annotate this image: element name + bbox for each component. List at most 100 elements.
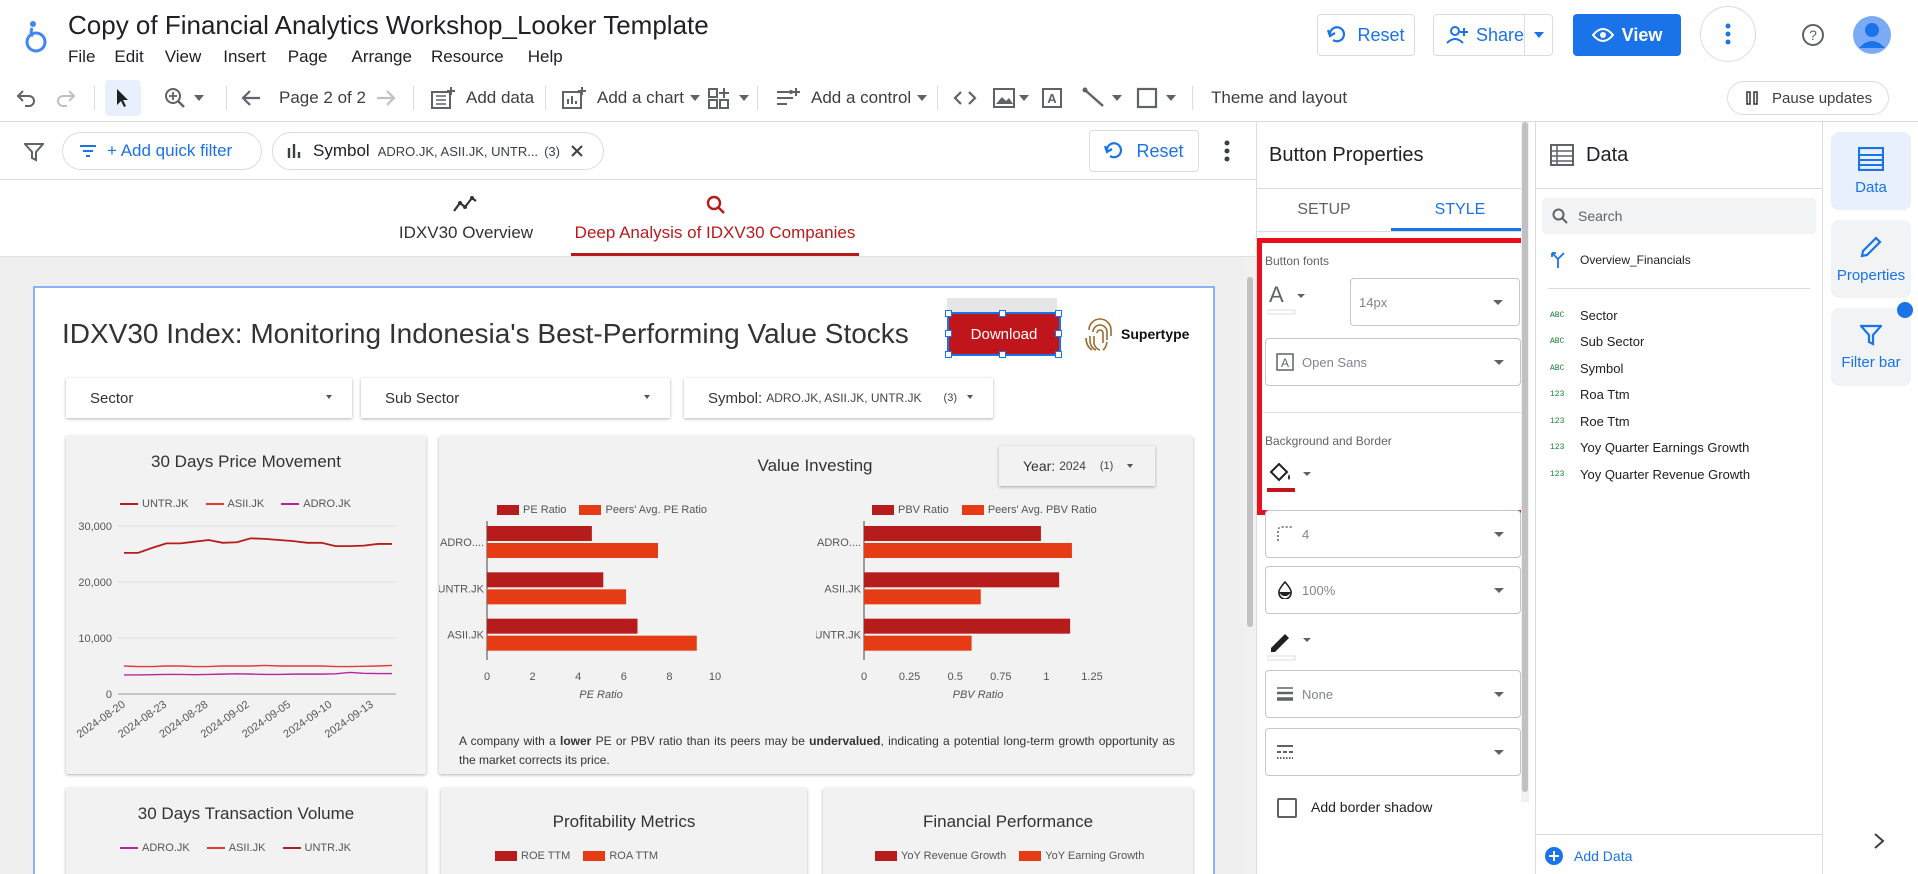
next-page-icon[interactable] [375,88,397,108]
eye-icon [1591,28,1614,42]
add-quick-filter-button[interactable]: + Add quick filter [62,132,262,170]
field-item[interactable]: 123 Yoy Quarter Revenue Growth [1550,461,1750,487]
legend-swatch [281,503,300,506]
menu-arrange[interactable]: Arrange [351,47,411,67]
year-dropdown[interactable]: Year: 2024 (1) [999,446,1155,486]
bar [487,635,697,651]
more-options-button[interactable] [1700,6,1756,62]
field-item[interactable]: 123 Roa Ttm [1550,382,1630,408]
shape-button[interactable] [1136,74,1176,122]
menu-help[interactable]: Help [528,47,563,67]
avatar[interactable] [1853,16,1891,54]
pause-updates-button[interactable]: Pause updates [1727,81,1889,115]
help-icon[interactable]: ? [1801,23,1825,47]
series-line-untr-jk [124,537,392,554]
filter-chip-count: (3) [544,143,560,159]
menu-page[interactable]: Page [288,47,328,67]
legend-swatch [120,503,138,506]
view-button[interactable]: View [1573,14,1681,56]
field-item[interactable]: 123 Roe Ttm [1550,408,1630,434]
resize-handle[interactable] [999,351,1006,358]
add-community-viz-button[interactable] [707,74,749,122]
data-source-item[interactable]: Overview_Financials [1550,248,1691,272]
menu-view[interactable]: View [165,47,202,67]
border-style-select[interactable] [1265,728,1521,776]
tab-style[interactable]: STYLE [1391,189,1529,231]
opacity-select[interactable]: 100% [1265,566,1521,614]
filter-icon[interactable] [24,142,44,162]
add-data-link[interactable]: Add Data [1544,844,1632,868]
font-color-picker[interactable]: A [1267,282,1307,318]
undo-icon[interactable] [16,89,36,107]
previous-page-icon[interactable] [240,88,262,108]
resize-handle[interactable] [945,351,952,358]
properties-scrollbar-track[interactable] [1521,122,1529,802]
field-search-input[interactable]: Search [1542,198,1816,234]
select-tool-button[interactable] [105,80,141,116]
canvas-scrollbar-track[interactable] [1244,257,1256,874]
chevron-down-icon [1493,300,1503,305]
text-box-button[interactable]: A [1041,74,1063,122]
field-item[interactable]: ABC Sub Sector [1550,329,1644,355]
zoom-button[interactable] [164,74,204,122]
download-button[interactable]: Download [947,312,1061,356]
add-data-label: Add Data [1574,848,1633,864]
resize-handle[interactable] [1055,310,1062,317]
sector-dropdown[interactable]: Sector [66,378,352,418]
field-item[interactable]: ABC Sector [1550,302,1618,328]
redo-icon[interactable] [56,89,76,107]
symbol-dropdown[interactable]: Symbol: ADRO.JK, ASII.JK, UNTR.JK (3) [684,378,993,418]
category-label: UNTR.JK [439,583,485,595]
tab-idxv30-overview[interactable]: IDXV30 Overview [396,181,536,257]
header-reset-button[interactable]: Reset [1317,14,1415,56]
border-radius-select[interactable]: 4 [1265,510,1521,558]
font-family-select[interactable]: A Open Sans [1265,338,1521,386]
rail-data-button[interactable]: Data [1831,132,1911,210]
download-label: Download [970,325,1038,343]
y-tick-label: 10,000 [78,633,112,645]
number-type-icon: 123 [1550,443,1565,452]
embed-code-button[interactable] [953,74,977,122]
filter-reset-button[interactable]: Reset [1089,130,1199,172]
report-title[interactable]: Copy of Financial Analytics Workshop_Loo… [68,10,709,41]
share-button[interactable]: Share [1433,14,1553,56]
rail-filter-bar-button[interactable]: Filter bar [1831,308,1911,386]
chevron-right-icon[interactable] [1873,832,1885,850]
field-item[interactable]: 123 Yoy Quarter Earnings Growth [1550,435,1749,461]
menu-insert[interactable]: Insert [223,47,266,67]
field-item[interactable]: ABC Symbol [1550,355,1623,381]
menu-file[interactable]: File [68,47,95,67]
image-button[interactable] [993,74,1029,122]
theme-layout-button[interactable]: Theme and layout [1211,74,1347,122]
menu-resource[interactable]: Resource [431,47,504,67]
tab-deep-analysis[interactable]: Deep Analysis of IDXV30 Companies [571,181,859,257]
border-shadow-checkbox[interactable] [1277,798,1297,818]
resize-handle[interactable] [1055,330,1062,337]
resize-handle[interactable] [945,330,952,337]
add-control-button[interactable]: Add a control [775,74,928,122]
symbol-filter-chip[interactable]: Symbol ADRO.JK, ASII.JK, UNTR... (3) [272,132,604,170]
border-weight-select[interactable]: None [1265,670,1521,718]
background-color-picker[interactable] [1267,460,1311,496]
tab-setup[interactable]: SETUP [1257,189,1391,231]
more-vert-icon[interactable] [1224,140,1230,162]
resize-handle[interactable] [1055,351,1062,358]
menu-edit[interactable]: Edit [114,47,143,67]
share-dropdown-button[interactable] [1524,15,1552,55]
x-tick-label: 0 [484,671,490,683]
properties-scrollbar-thumb[interactable] [1522,122,1528,792]
font-size-select[interactable]: 14px [1350,278,1520,326]
close-icon[interactable] [570,144,584,158]
line-button[interactable] [1082,74,1122,122]
add-data-button[interactable]: Add data [430,74,534,122]
border-color-picker[interactable] [1267,626,1311,662]
resize-handle[interactable] [945,310,952,317]
rail-properties-button[interactable]: Properties [1831,220,1911,298]
sub-sector-dropdown[interactable]: Sub Sector [361,378,670,418]
divider [1257,231,1529,232]
looker-studio-logo-icon[interactable] [24,18,50,56]
resize-handle[interactable] [999,310,1006,317]
dashboard-title[interactable]: IDXV30 Index: Monitoring Indonesia's Bes… [62,318,909,350]
add-chart-button[interactable]: Add a chart [561,74,700,122]
canvas-scrollbar-thumb[interactable] [1247,277,1253,627]
